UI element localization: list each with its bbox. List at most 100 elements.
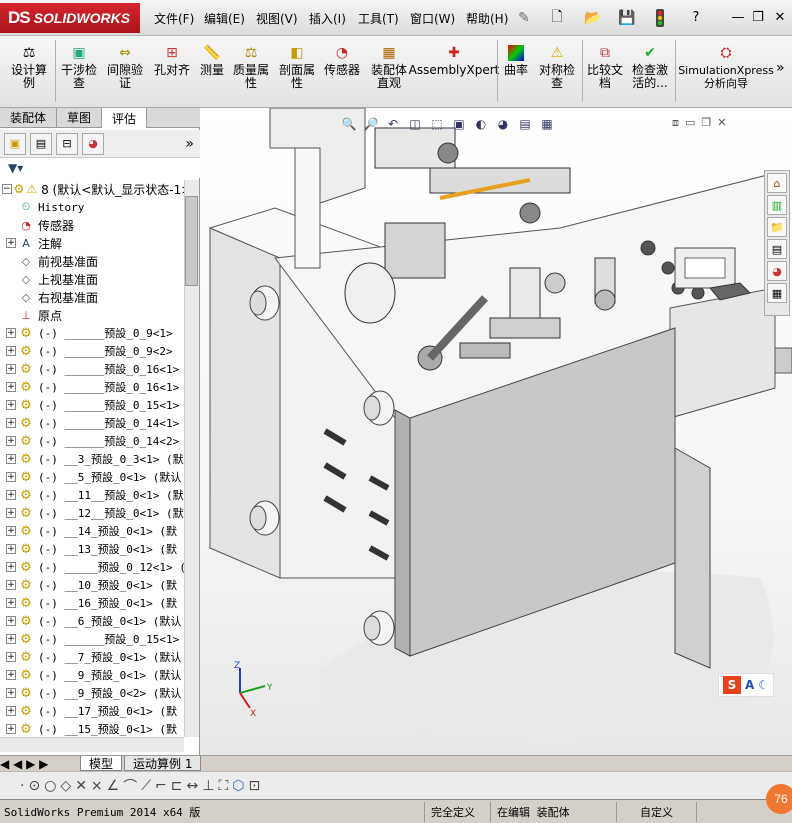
corner-icon[interactable]: ⌐ [155, 778, 167, 794]
menu-tools[interactable]: 工具(T) [354, 10, 403, 27]
assemblyxpert-button[interactable]: ✚ AssemblyXpert [409, 44, 500, 77]
view-orientation-icon[interactable]: ⬚ [428, 115, 446, 133]
angle-icon[interactable]: ∠ [107, 778, 120, 794]
interference-button[interactable]: ▣ 干涉检查 [58, 44, 100, 90]
rebuild-icon[interactable] [650, 8, 670, 28]
tree-scrollbar-thumb[interactable] [185, 196, 198, 286]
expand-icon[interactable]: + [6, 400, 16, 410]
menu-edit[interactable]: 编辑(E) [200, 10, 249, 27]
tree-item[interactable]: + ⚙ (-) __11__预設_0<1> (默 [0, 486, 184, 504]
expand-icon[interactable]: + [6, 382, 16, 392]
expand-icon[interactable]: + [6, 652, 16, 662]
new-document-icon[interactable]: 🗋 [544, 8, 570, 28]
section-props-button[interactable]: ◧ 剖面属性 [276, 44, 318, 90]
expand-icon[interactable]: + [6, 364, 16, 374]
tree-item[interactable]: + ⚙ (-) ______预設_0_9<2> [0, 342, 184, 360]
circle-center-icon[interactable]: ○ [44, 778, 56, 794]
help-icon[interactable]: ? [686, 8, 706, 26]
configuration-manager-icon[interactable]: ⊟ [56, 132, 78, 155]
minimize-button[interactable]: — [728, 8, 748, 26]
menu-file[interactable]: 文件(F) [150, 10, 198, 27]
expand-icon[interactable]: + [6, 616, 16, 626]
expand-icon[interactable]: + [6, 436, 16, 446]
expand-icon[interactable]: + [6, 634, 16, 644]
expand-icon[interactable]: + [6, 526, 16, 536]
sensor-button[interactable]: ◔ 传感器 [322, 44, 362, 77]
expand-icon[interactable]: + [6, 328, 16, 338]
relation-icon[interactable]: ⊥ [202, 778, 214, 794]
tree-item[interactable]: + ⚙ (-) ______预設_0_14<1> [0, 414, 184, 432]
check-active-button[interactable]: ✔ 检查激活的... [628, 44, 672, 90]
expand-icon[interactable]: + [6, 580, 16, 590]
status-custom[interactable]: 自定义 [616, 801, 696, 822]
tree-item[interactable]: + ⚙ (-) ______预設_0_15<1> ( [0, 630, 184, 648]
tree-item[interactable]: + ⚙ (-) __7_预設_0<1> (默认 [0, 648, 184, 666]
expand-icon[interactable]: + [6, 508, 16, 518]
expand-icon[interactable]: + [6, 418, 16, 428]
home-icon[interactable]: ⌂ [767, 173, 787, 193]
chamfer-icon[interactable]: ⟋ [141, 778, 151, 794]
tree-root[interactable]: − ⚙ ⚠ 8 (默认<默认_显示状态-1>) [2, 180, 186, 198]
polygon-icon[interactable]: ◇ [60, 778, 71, 794]
tab-nav-icons[interactable]: ◀ ◀ ▶ ▶ [0, 757, 80, 771]
tree-item[interactable]: + ⚙ (-) ______预設_0_15<1> [0, 396, 184, 414]
display-manager-icon[interactable]: ◕ [82, 132, 104, 155]
expand-icon[interactable]: + [6, 238, 16, 248]
zoom-area-icon[interactable]: 🔎 [362, 115, 380, 133]
tree-item[interactable]: ◇ 右视基准面 [0, 288, 184, 306]
viewport-close-icon[interactable]: ✕ [717, 116, 726, 130]
compare-button[interactable]: ⧉ 比较文档 [584, 44, 626, 90]
expand-icon[interactable]: + [6, 724, 16, 734]
circle-icon[interactable]: ⊙ [28, 778, 40, 794]
tab-motion-study[interactable]: 运动算例 1 [124, 756, 202, 771]
clearance-button[interactable]: ⇔ 间隙验证 [104, 44, 146, 90]
x-icon[interactable]: ⨯ [91, 778, 103, 794]
design-study-button[interactable]: ⚖ 设计算例 [6, 44, 52, 90]
tree-item[interactable]: + ⚙ (-) ______预設_0_16<1> ( [0, 360, 184, 378]
close-button[interactable]: ✕ [770, 8, 790, 26]
tree-item[interactable]: + ⚙ (-) __14_预設_0<1> (默 [0, 522, 184, 540]
symmetry-button[interactable]: ⚠ 对称检查 [534, 44, 580, 90]
solidworks-logo[interactable]: DS SOLIDWORKS [0, 3, 140, 33]
edit-appearance-icon[interactable]: ◕ [494, 115, 512, 133]
dimension-icon[interactable]: ↔ [187, 778, 199, 794]
tree-item[interactable]: + ⚙ (-) ______预設_0_9<1> [0, 324, 184, 342]
notification-badge[interactable]: 76 [766, 784, 792, 814]
view-palette-icon[interactable]: ▤ [767, 239, 787, 259]
assembly-visual-button[interactable]: ▦ 装配体直观 [366, 44, 412, 90]
tree-item[interactable]: ◇ 前视基准面 [0, 252, 184, 270]
hole-align-button[interactable]: ⊞ 孔对齐 [150, 44, 194, 77]
custom-properties-icon[interactable]: ▦ [767, 283, 787, 303]
point-icon[interactable]: · [20, 778, 24, 794]
tree-item[interactable]: + ⚙ (-) __10_预設_0<1> (默 [0, 576, 184, 594]
section-view-icon[interactable]: ◫ [406, 115, 424, 133]
expand-icon[interactable]: + [6, 490, 16, 500]
tree-item[interactable]: + A 注解 [0, 234, 184, 252]
menu-insert[interactable]: 插入(I) [305, 10, 350, 27]
tab-assembly[interactable]: 装配体 [0, 108, 58, 127]
open-folder-icon[interactable]: 📂 [580, 8, 606, 28]
apply-scene-icon[interactable]: ▤ [516, 115, 534, 133]
tree-item[interactable]: + ⚙ (-) __6_预設_0<1> (默认 [0, 612, 184, 630]
expand-icon[interactable]: + [6, 544, 16, 554]
pin-icon[interactable]: ✎ [514, 8, 534, 28]
tree-item[interactable]: + ⚙ (-) __9_预設_0<1> (默认 [0, 666, 184, 684]
tab-evaluate[interactable]: 评估 [102, 108, 148, 128]
tree-hscrollbar[interactable] [0, 737, 184, 752]
feature-tree-icon[interactable]: ▣ [4, 132, 26, 155]
file-explorer-icon[interactable]: 📁 [767, 217, 787, 237]
expand-icon[interactable]: + [6, 670, 16, 680]
fillet-icon[interactable]: ⌒ [123, 776, 137, 796]
expand-icon[interactable]: + [6, 562, 16, 572]
cube-icon[interactable]: ⬡ [232, 778, 244, 794]
expand-icon[interactable]: + [6, 454, 16, 464]
tree-item[interactable]: + ⚙ (-) ______预設_0_16<1> [0, 378, 184, 396]
expand-icon[interactable]: + [6, 706, 16, 716]
property-manager-icon[interactable]: ▤ [30, 132, 52, 155]
panel-expand-icon[interactable]: » [185, 136, 194, 152]
save-icon[interactable]: 💾 [614, 8, 640, 28]
quick-snap-icon[interactable]: ⊡ [248, 778, 260, 794]
hide-show-icon[interactable]: ◐ [472, 115, 490, 133]
viewport-split-icon[interactable]: ⧈ [672, 116, 679, 130]
restore-button[interactable]: ❐ [748, 8, 768, 26]
